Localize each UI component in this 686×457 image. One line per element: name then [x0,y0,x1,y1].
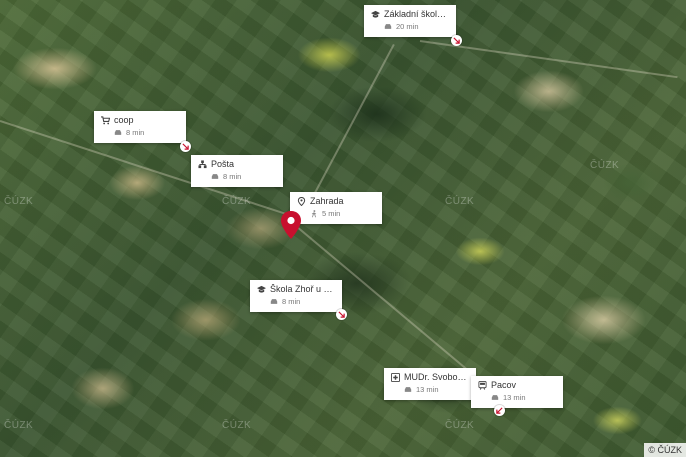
car-icon [270,298,278,305]
poi-name: Pacov [491,380,517,390]
poi-card-coop[interactable]: coop 8 min [94,111,186,143]
car-icon [114,129,122,136]
car-icon [384,23,392,30]
poi-name: coop [114,115,134,125]
poi-travel-time: 8 min [282,297,301,306]
map-watermark: ČÚZK [222,196,252,207]
poi-card-zakladni-skola[interactable]: Základní škola Lu... 20 min [364,5,456,37]
walk-icon [310,209,318,217]
location-pin-icon[interactable] [279,210,303,240]
poi-travel-time: 13 min [503,393,526,402]
poi-card-posta[interactable]: Pošta 8 min [191,155,283,187]
poi-marker-zakladni-skola[interactable] [451,35,462,46]
poi-card-pacov[interactable]: Pacov 13 min [471,376,563,408]
poi-card-skola-zhor[interactable]: Škola Zhoř u Paco... 8 min [250,280,342,312]
satellite-map[interactable]: ČÚZK ČÚZK ČÚZK ČÚZK ČÚZK ČÚZK ČÚZK Zákla… [0,0,686,457]
poi-card-mudr[interactable]: MUDr. Svobodová... 13 min [384,368,476,400]
map-watermark: ČÚZK [445,196,475,207]
post-office-icon [198,159,207,169]
map-watermark: ČÚZK [4,196,34,207]
poi-name: Zahrada [310,196,344,206]
poi-travel-time: 8 min [223,172,242,181]
poi-name: Škola Zhoř u Paco... [270,284,334,294]
poi-card-zahrada[interactable]: Zahrada 5 min [290,192,382,224]
graduation-cap-icon [371,10,380,19]
map-watermark: ČÚZK [4,420,34,431]
poi-marker-skola-zhor[interactable] [336,309,347,320]
poi-name: Pošta [211,159,235,169]
poi-name: Základní škola Lu... [384,9,448,19]
car-icon [491,394,499,401]
map-watermark: ČÚZK [445,420,475,431]
medical-cross-icon [391,372,400,382]
location-icon [297,196,306,206]
map-attribution: © ČÚZK [644,443,686,457]
poi-marker-pacov[interactable] [494,405,505,416]
map-watermark: ČÚZK [590,160,620,171]
graduation-cap-icon [257,285,266,294]
shopping-cart-icon [101,115,110,125]
car-icon [211,173,219,180]
poi-travel-time: 13 min [416,385,439,394]
car-icon [404,386,412,393]
poi-travel-time: 8 min [126,128,145,137]
road [419,40,678,79]
poi-marker-coop[interactable] [180,141,191,152]
poi-travel-time: 20 min [396,22,419,31]
poi-travel-time: 5 min [322,209,341,218]
train-icon [478,380,487,390]
poi-name: MUDr. Svobodová... [404,372,468,382]
map-watermark: ČÚZK [222,420,252,431]
